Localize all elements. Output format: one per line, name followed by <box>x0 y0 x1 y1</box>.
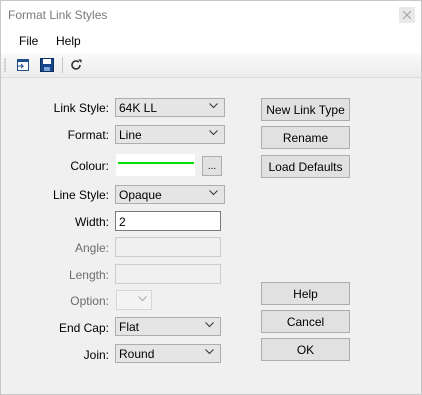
toolbar-separator <box>62 57 63 73</box>
link-style-value: 64K LL <box>119 101 158 115</box>
join-label: Join: <box>83 348 109 362</box>
width-label: Width: <box>74 215 109 229</box>
format-select[interactable]: Line <box>115 125 225 144</box>
chevron-down-icon <box>209 130 218 136</box>
join-value: Round <box>119 347 155 361</box>
end-cap-label: End Cap: <box>58 321 109 335</box>
ok-button[interactable]: OK <box>261 338 350 361</box>
angle-label: Angle: <box>74 241 109 255</box>
colour-picker-button[interactable]: ... <box>202 156 222 176</box>
length-input[interactable] <box>115 264 221 284</box>
new-link-type-button[interactable]: New Link Type <box>261 98 350 121</box>
link-style-label: Link Style: <box>53 101 109 115</box>
refresh-button[interactable] <box>67 56 85 74</box>
rename-button[interactable]: Rename <box>261 126 350 149</box>
format-link-styles-window: Format Link Styles File Help Link Style:… <box>0 0 422 395</box>
save-icon <box>40 58 54 72</box>
close-button[interactable] <box>399 7 415 23</box>
line-style-select[interactable]: Opaque <box>115 185 225 204</box>
option-label: Option: <box>70 294 109 308</box>
width-value: 2 <box>119 215 126 229</box>
option-select[interactable] <box>116 290 152 310</box>
refresh-icon <box>71 59 82 70</box>
help-button[interactable]: Help <box>261 282 350 305</box>
format-label: Format: <box>67 128 109 142</box>
toolbar-grip[interactable] <box>4 58 6 72</box>
title-bar: Format Link Styles <box>1 1 421 29</box>
cancel-button[interactable]: Cancel <box>261 310 350 333</box>
line-style-label: Line Style: <box>52 188 109 202</box>
colour-line <box>118 162 194 164</box>
width-input[interactable]: 2 <box>115 211 221 231</box>
menu-bar: File Help <box>1 29 421 53</box>
chevron-down-icon <box>209 103 218 109</box>
toolbar <box>1 53 421 78</box>
close-icon <box>403 11 411 19</box>
length-label: Length: <box>68 268 109 282</box>
save-button[interactable] <box>38 56 56 74</box>
end-cap-value: Flat <box>119 320 140 334</box>
join-select[interactable]: Round <box>115 344 221 363</box>
chevron-down-icon <box>205 349 214 355</box>
window-title: Format Link Styles <box>8 8 108 22</box>
open-button[interactable] <box>14 56 32 74</box>
menu-help[interactable]: Help <box>56 34 81 48</box>
colour-label: Colour: <box>70 159 109 173</box>
chevron-down-icon <box>138 296 147 302</box>
end-cap-select[interactable]: Flat <box>115 317 221 336</box>
load-defaults-button[interactable]: Load Defaults <box>261 155 350 178</box>
link-style-select[interactable]: 64K LL <box>115 98 225 117</box>
menu-file[interactable]: File <box>19 34 38 48</box>
chevron-down-icon <box>205 322 214 328</box>
chevron-down-icon <box>209 190 218 196</box>
colour-preview <box>116 154 195 176</box>
open-icon <box>17 59 29 71</box>
format-value: Line <box>119 128 142 142</box>
line-style-value: Opaque <box>119 188 162 202</box>
angle-input[interactable] <box>115 237 221 257</box>
